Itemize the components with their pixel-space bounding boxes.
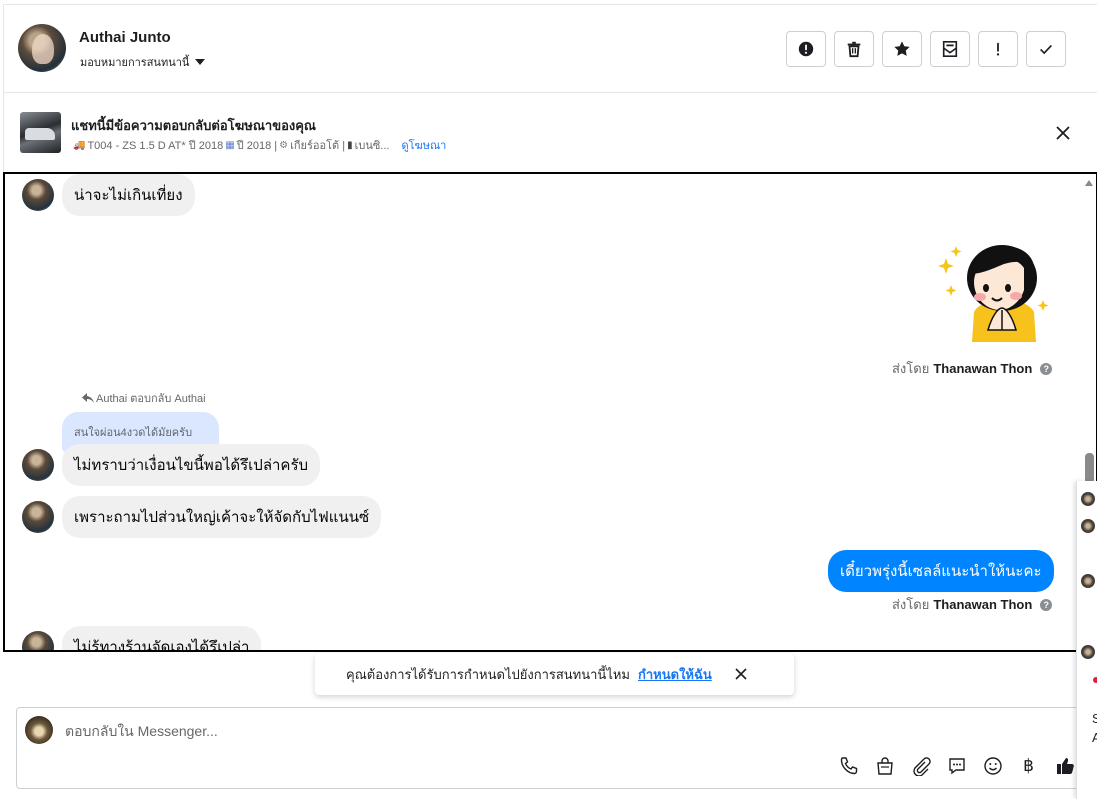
mark-done-button[interactable]	[1026, 31, 1066, 67]
star-icon	[894, 41, 910, 56]
avatar[interactable]	[22, 501, 54, 533]
help-icon[interactable]: ?	[1040, 362, 1053, 375]
follow-up-button[interactable]	[978, 31, 1018, 67]
gear-icon: ⚙	[279, 139, 289, 151]
ad-detail-model: T004 - ZS 1.5 D AT* ปี 2018	[87, 140, 224, 152]
calendar-icon: ▦	[225, 139, 235, 151]
shopping-bag-icon[interactable]	[873, 754, 896, 777]
close-toast-button[interactable]	[734, 667, 748, 681]
reply-indicator: Authai ตอบกลับ Authai	[82, 389, 206, 407]
side-conversation-strip: S A	[1076, 481, 1097, 799]
ad-detail-gear: เกียร์ออโต้ |	[290, 140, 346, 152]
reply-input[interactable]	[65, 720, 965, 742]
check-icon	[1040, 44, 1052, 55]
ad-detail-year: ปี 2018 |	[236, 140, 278, 152]
side-text-a: A	[1092, 730, 1097, 745]
avatar[interactable]	[22, 631, 54, 650]
ad-details: 🚚 T004 - ZS 1.5 D AT* ปี 2018 ▦ ปี 2018 …	[73, 136, 446, 154]
incoming-message: น่าจะไม่เกินเที่ยง	[22, 174, 195, 216]
message-composer: ฿	[16, 707, 1086, 789]
avatar[interactable]	[22, 179, 54, 211]
delete-button[interactable]	[834, 31, 874, 67]
close-icon	[1056, 126, 1070, 140]
message-thread[interactable]: น่าจะไม่เกินเที่ยง ส่งโดย Thanawan Thon …	[3, 172, 1097, 652]
caret-down-icon	[195, 59, 206, 65]
incoming-message: ไม่รู้ทางร้านจัดเองได้รึเปล่า	[22, 626, 262, 650]
sticker-image[interactable]	[930, 230, 1055, 345]
view-ad-link[interactable]: ดูโฆษณา	[401, 136, 446, 154]
avatar[interactable]	[1081, 574, 1095, 588]
avatar[interactable]	[1081, 645, 1095, 659]
reply-label-text: Authai ตอบกลับ Authai	[96, 393, 206, 405]
assign-conversation-dropdown[interactable]: มอบหมายการสนทนานี้	[80, 53, 206, 71]
baht-icon[interactable]: ฿	[1017, 754, 1040, 777]
emoji-icon[interactable]	[981, 754, 1004, 777]
close-icon	[735, 668, 747, 680]
exclamation-icon	[996, 42, 1000, 56]
ad-title: แชทนี้มีข้อความตอบกลับต่อโฆษณาของคุณ	[71, 118, 316, 133]
star-button[interactable]	[882, 31, 922, 67]
page-avatar	[25, 716, 53, 744]
message-bubble[interactable]: เพราะถามไปส่วนใหญ่เค้าจะให้จัดกับไฟแนนซ์	[62, 496, 382, 538]
avatar[interactable]	[1081, 519, 1095, 533]
conversation-header: Authai Junto มอบหมายการสนทนานี้	[3, 4, 1097, 93]
notification-dot	[1093, 677, 1097, 683]
ad-context-bar: แชทนี้มีข้อความตอบกลับต่อโฆษณาของคุณ 🚚 T…	[3, 93, 1097, 173]
mark-unread-button[interactable]	[930, 31, 970, 67]
incoming-message: ไม่ทราบว่าเงื่อนไขนี้พอได้รึเปล่าครับ	[22, 444, 321, 486]
scroll-thumb[interactable]	[1085, 453, 1094, 484]
message-bubble[interactable]: ไม่รู้ทางร้านจัดเองได้รึเปล่า	[62, 626, 262, 650]
side-text-s: S	[1092, 711, 1097, 726]
header-actions	[786, 31, 1066, 67]
sent-by-name: Thanawan Thon	[933, 361, 1033, 376]
composer-tools: ฿	[837, 754, 1076, 777]
avatar[interactable]	[1081, 492, 1095, 506]
saved-reply-icon[interactable]	[945, 754, 968, 777]
assign-to-me-link[interactable]: กำหนดให้ฉัน	[638, 664, 712, 685]
scroll-up-arrow-icon[interactable]	[1085, 180, 1093, 186]
paperclip-icon[interactable]	[909, 754, 932, 777]
assign-label: มอบหมายการสนทนานี้	[80, 57, 190, 69]
ad-detail-fuel: เบนซิ...	[354, 140, 390, 152]
sent-by-name: Thanawan Thon	[933, 597, 1033, 612]
user-avatar[interactable]	[18, 24, 66, 72]
help-icon[interactable]: ?	[1040, 598, 1053, 611]
incoming-message: เพราะถามไปส่วนใหญ่เค้าจะให้จัดกับไฟแนนซ์	[22, 496, 382, 538]
reply-arrow-icon	[82, 393, 94, 403]
avatar[interactable]	[22, 449, 54, 481]
fuel-icon: ▮	[347, 139, 353, 151]
outgoing-message[interactable]: เดี๋ยวพรุ่งนี้เซลล์แนะนำให้นะคะ	[828, 550, 1054, 592]
envelope-icon	[942, 40, 958, 58]
sent-by-prefix: ส่งโดย	[892, 361, 930, 376]
sent-by-label: ส่งโดย Thanawan Thon ?	[892, 358, 1053, 379]
trash-icon	[847, 41, 861, 58]
message-bubble[interactable]: น่าจะไม่เกินเที่ยง	[62, 174, 195, 216]
message-bubble[interactable]: ไม่ทราบว่าเงื่อนไขนี้พอได้รึเปล่าครับ	[62, 444, 321, 486]
report-button[interactable]	[786, 31, 826, 67]
ad-thumbnail[interactable]	[20, 112, 61, 153]
sent-by-label: ส่งโดย Thanawan Thon ?	[892, 594, 1053, 615]
exclamation-circle-icon	[798, 41, 814, 57]
close-ad-bar-button[interactable]	[1052, 122, 1074, 144]
phone-icon[interactable]	[837, 754, 860, 777]
toast-text: คุณต้องการได้รับการกำหนดไปยังการสนทนานี้…	[346, 666, 630, 682]
assign-toast: คุณต้องการได้รับการกำหนดไปยังการสนทนานี้…	[315, 653, 794, 695]
user-name[interactable]: Authai Junto	[79, 29, 171, 46]
sent-by-prefix: ส่งโดย	[892, 597, 930, 612]
truck-icon: 🚚	[73, 139, 86, 151]
thumbs-up-icon[interactable]	[1053, 754, 1076, 777]
